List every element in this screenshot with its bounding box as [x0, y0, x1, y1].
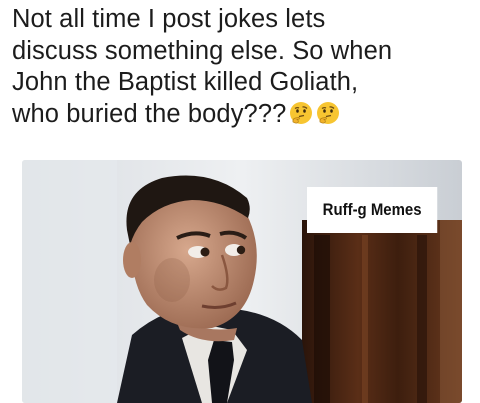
- thinking-face-icon: [317, 101, 340, 124]
- caption-line-4: who buried the body???: [12, 99, 287, 128]
- thinking-face-icon: [290, 101, 313, 124]
- caption-line-1: Not all time I post jokes lets: [12, 5, 326, 33]
- meme-watermark: Ruff-g Memes: [307, 187, 438, 233]
- caption-line-2: discuss something else. So when: [12, 36, 393, 65]
- post-caption: Not all time I post jokes lets discuss s…: [12, 4, 472, 130]
- caption-line-3: John the Baptist killed Goliath,: [12, 68, 359, 96]
- caption-line-4-wrap: who buried the body???: [12, 99, 472, 131]
